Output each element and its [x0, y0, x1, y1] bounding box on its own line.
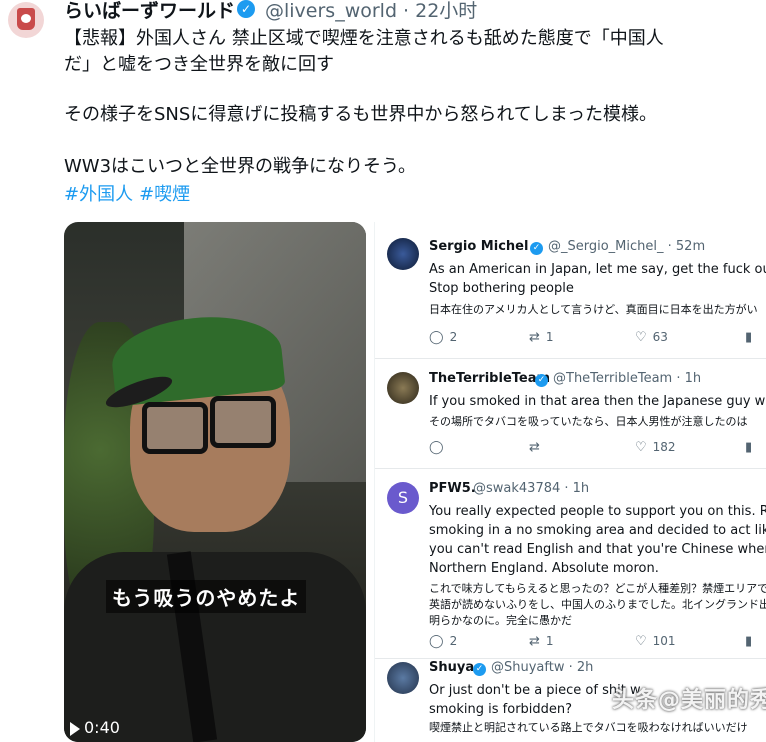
reply-text-line: As an American in Japan, let me say, get…: [429, 262, 766, 277]
analytics-icon: ▮: [745, 440, 753, 455]
author-avatar[interactable]: [8, 2, 44, 38]
reply-author-name[interactable]: PFW5.: [429, 481, 476, 496]
views-button[interactable]: ▮: [745, 634, 758, 649]
reply-handle-time[interactable]: @swak43784 · 1h: [473, 481, 589, 496]
reply-translation-line: 日本在住のアメリカ人として言うけど、真面目に日本を出た方がい: [429, 303, 758, 316]
video-player[interactable]: [64, 222, 366, 742]
repost-count: 1: [545, 330, 554, 344]
video-subtitle: もう吸うのやめたよ: [106, 580, 307, 613]
reply-count: 2: [449, 634, 458, 648]
reply-text-line: Stop bothering people: [429, 281, 574, 296]
reply-actions: ◯ 2 ⇄ 1 ♡ 63 ▮: [429, 330, 765, 348]
reply-translation-line: 明らかなのに。完全に愚かだ: [429, 614, 572, 627]
video-time: 0:40: [84, 718, 120, 737]
reply-author-name[interactable]: Sergio Michel: [429, 239, 528, 254]
reply-handle-time[interactable]: @TheTerribleTeam · 1h: [553, 371, 701, 386]
reply-handle-time[interactable]: @_Sergio_Michel_ · 52m: [548, 239, 705, 254]
repost-button[interactable]: ⇄: [529, 440, 546, 455]
reply-count: 2: [449, 330, 458, 344]
reply-actions: ◯ ⇄ ♡ 182 ▮: [429, 440, 765, 458]
reply-text-line: You really expected people to support yo…: [429, 504, 766, 519]
like-count: 182: [652, 440, 676, 454]
reply-text-line: Or just don't be a piece of shit w: [429, 683, 641, 698]
reply-text-line: smoking is forbidden?: [429, 702, 573, 717]
reply-text-line: you can't read English and that you're C…: [429, 542, 766, 557]
tweet-text-line-2: だ」と嘘をつき全世界を敵に回す: [64, 54, 334, 75]
tweet-text-line-4: WW3はこいつと全世界の戦争になりそう。: [64, 156, 416, 177]
reply-translation-line: その場所でタバコを吸っていたなら、日本人男性が注意したのは: [429, 415, 748, 428]
video-glasses-left: [142, 402, 208, 454]
repost-button[interactable]: ⇄ 1: [529, 634, 554, 649]
analytics-icon: ▮: [745, 634, 753, 649]
tweet-text-line-1: 【悲報】外国人さん 禁止区域で喫煙を注意されるも舐めた態度で「中国人: [64, 28, 664, 49]
repost-icon: ⇄: [529, 634, 540, 649]
reply-text-line: Northern England. Absolute moron.: [429, 561, 659, 576]
replies-screenshot: Sergio Michel ✓ @_Sergio_Michel_ · 52m A…: [374, 222, 766, 742]
author-handle-time[interactable]: @livers_world · 22小时: [265, 0, 477, 23]
hashtag-link[interactable]: #喫煙: [139, 184, 190, 205]
reply-text-line: If you smoked in that area then the Japa…: [429, 394, 766, 409]
reply-translation-line: 喫煙禁止と明記されている路上でタバコを吸わなければいいだけ: [429, 721, 748, 734]
reply-avatar[interactable]: [387, 662, 419, 694]
verified-badge-icon: ✓: [530, 242, 543, 255]
heart-icon: ♡: [635, 440, 647, 455]
comment-icon: ◯: [429, 440, 444, 455]
reply-text-line: smoking in a no smoking area and decided…: [429, 523, 766, 538]
repost-icon: ⇄: [529, 440, 540, 455]
reply-item[interactable]: S PFW5. @swak43784 · 1h You really expec…: [375, 468, 766, 659]
analytics-icon: ▮: [745, 330, 753, 345]
reply-handle-time[interactable]: @Shuyaftw · 2h: [491, 660, 593, 675]
reply-button[interactable]: ◯: [429, 440, 450, 455]
reply-item[interactable]: Sergio Michel ✓ @_Sergio_Michel_ · 52m A…: [375, 222, 766, 359]
verified-badge-icon: ✓: [237, 0, 255, 18]
reply-avatar[interactable]: S: [387, 482, 419, 514]
like-button[interactable]: ♡ 182: [635, 440, 676, 455]
repost-button[interactable]: ⇄ 1: [529, 330, 554, 345]
hashtag-link[interactable]: #外国人: [64, 184, 133, 205]
reply-translation-line: 英語が読めないふりをし、中国人のふりまでした。北イングランド出身: [429, 598, 766, 611]
reply-author-name[interactable]: TheTerribleTeam: [429, 371, 550, 386]
repost-icon: ⇄: [529, 330, 540, 345]
tweet-text-line-3: その様子をSNSに得意げに投稿するも世界中から怒られてしまった模様。: [64, 104, 658, 125]
reply-avatar[interactable]: [387, 372, 419, 404]
reply-actions: ◯ 2 ⇄ 1 ♡ 101 ▮: [429, 634, 765, 652]
reply-item[interactable]: TheTerribleTeam ✓ @TheTerribleTeam · 1h …: [375, 358, 766, 469]
like-count: 101: [652, 634, 676, 648]
video-glasses-right: [210, 396, 276, 448]
heart-icon: ♡: [635, 330, 647, 345]
heart-icon: ♡: [635, 634, 647, 649]
avatar-face-icon: [21, 14, 31, 23]
reply-button[interactable]: ◯ 2: [429, 634, 457, 649]
like-button[interactable]: ♡ 63: [635, 330, 668, 345]
repost-count: 1: [545, 634, 554, 648]
like-button[interactable]: ♡ 101: [635, 634, 676, 649]
reply-translation-line: これで味方してもらえると思ったの？どこが人種差別？禁煙エリアで喫: [429, 582, 766, 595]
verified-badge-icon: ✓: [473, 663, 486, 676]
watermark-text: 头条@美丽的秀秀: [612, 688, 766, 713]
comment-icon: ◯: [429, 330, 444, 345]
author-name[interactable]: らいばーずワールド: [64, 0, 235, 23]
like-count: 63: [652, 330, 668, 344]
hashtag-row: #外国人 #喫煙: [64, 180, 196, 206]
reply-avatar[interactable]: [387, 238, 419, 270]
verified-badge-icon: ✓: [535, 374, 548, 387]
reply-button[interactable]: ◯ 2: [429, 330, 457, 345]
comment-icon: ◯: [429, 634, 444, 649]
views-button[interactable]: ▮: [745, 440, 758, 455]
reply-author-name[interactable]: Shuya: [429, 660, 474, 675]
views-button[interactable]: ▮: [745, 330, 758, 345]
play-icon[interactable]: [70, 722, 80, 736]
